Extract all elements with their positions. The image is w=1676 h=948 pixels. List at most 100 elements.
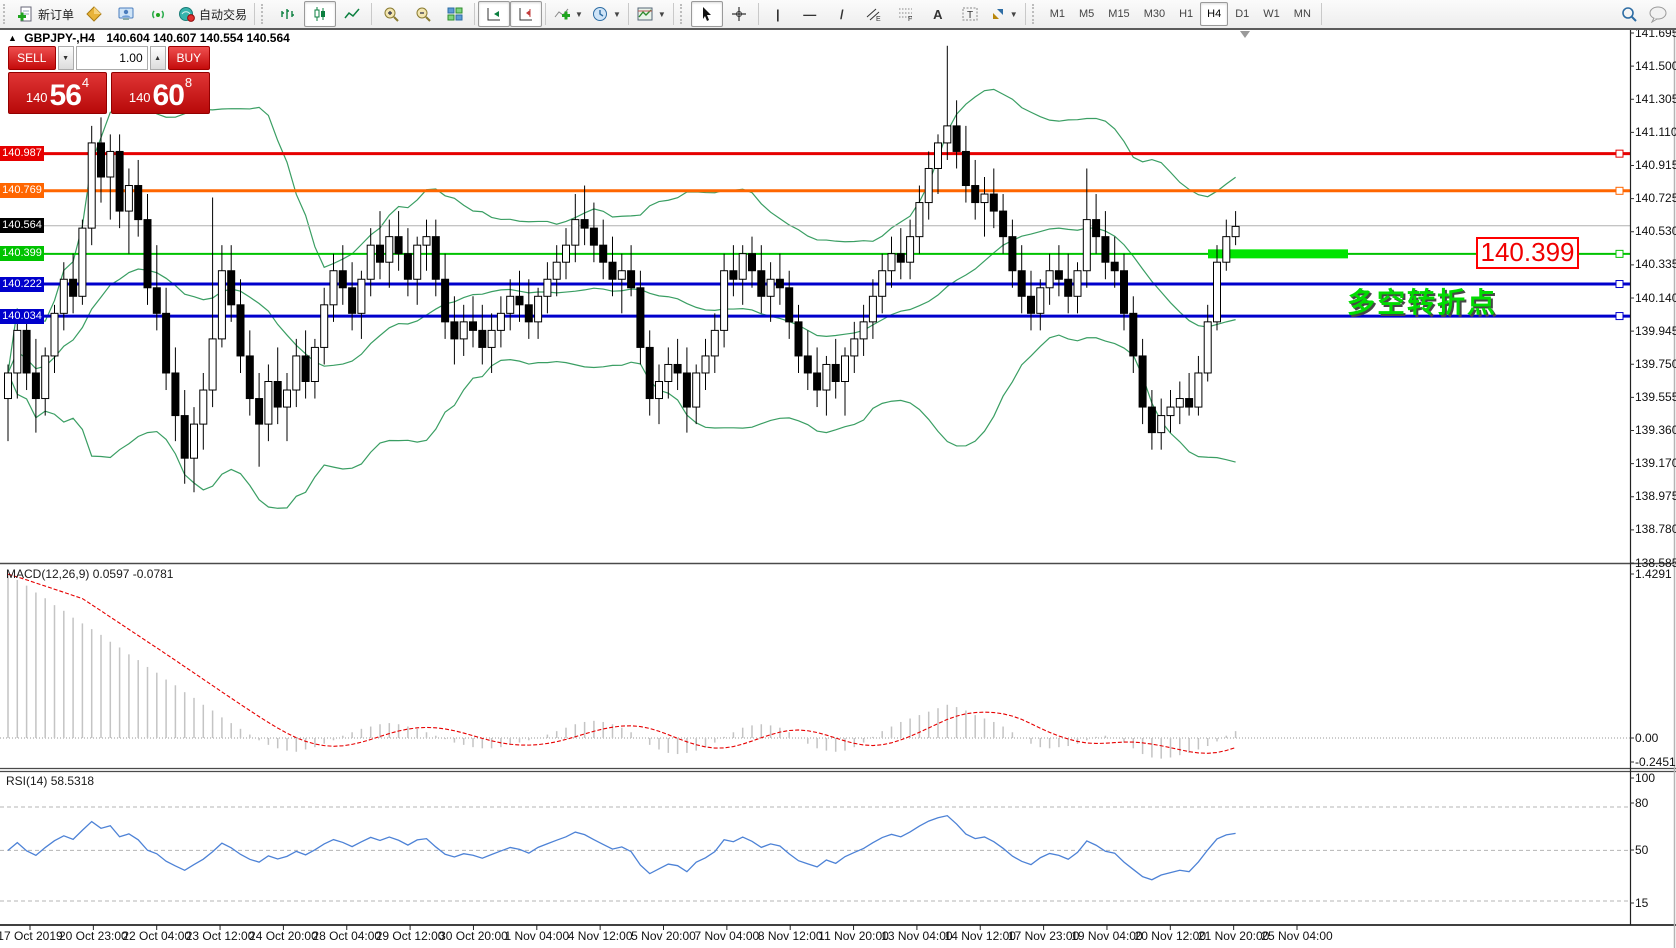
line-chart-icon (343, 5, 361, 23)
separator (628, 3, 629, 25)
metaeditor-icon (85, 5, 103, 23)
equidistant-channel-button[interactable]: E (858, 1, 890, 27)
macd-tick-label: 1.4291 (1635, 567, 1672, 581)
autotrading-button[interactable]: 自动交易 (174, 1, 251, 27)
price-tick-label: 140.335 (1635, 257, 1676, 271)
level-price-box[interactable]: 140.399 (1476, 237, 1579, 269)
ohlc-values: 140.604 140.607 140.554 140.564 (106, 31, 290, 45)
timeframe-button-w1[interactable]: W1 (1256, 2, 1287, 26)
volume-decrement-button[interactable]: ▼ (58, 46, 74, 70)
tile-windows-icon (446, 5, 464, 23)
one-click-buy-button[interactable]: 140 60 8 (111, 72, 210, 114)
time-axis-label: 5 Nov 20:00 (631, 929, 696, 943)
timeframe-group: M1M5M15M30H1H4D1W1MN (1043, 2, 1318, 26)
sell-button[interactable]: SELL (8, 46, 56, 70)
new-order-button[interactable]: 新订单 (14, 1, 78, 27)
price-tick-label: 138.780 (1635, 522, 1676, 536)
periods-button[interactable]: ▼ (587, 1, 625, 27)
crosshair-button[interactable] (723, 1, 755, 27)
arrows-button[interactable]: ▼ (986, 1, 1022, 27)
chart-shift-icon (517, 5, 535, 23)
price-tick-label: 139.170 (1635, 456, 1676, 470)
trendline-button[interactable]: / (826, 1, 858, 27)
time-axis-label: 25 Nov 04:00 (1261, 929, 1332, 943)
toolbar-grip (3, 4, 10, 24)
chart-canvas[interactable] (0, 0, 1676, 948)
templates-button[interactable]: ▼ (632, 1, 670, 27)
price-tick-label: 141.305 (1635, 92, 1676, 106)
buy-button[interactable]: BUY (168, 46, 210, 70)
periods-clock-icon (591, 5, 609, 23)
timeframe-button-m15[interactable]: M15 (1101, 2, 1136, 26)
chart-shift-button[interactable] (510, 1, 542, 27)
current-price-tag: 140.564 (0, 218, 44, 233)
fibonacci-button[interactable]: F (890, 1, 922, 27)
line-chart-button[interactable] (336, 1, 368, 27)
timeframe-button-m30[interactable]: M30 (1137, 2, 1172, 26)
time-axis-label: 17 Nov 23:00 (1008, 929, 1079, 943)
macd-tick-label: 0.00 (1635, 731, 1658, 745)
zoom-out-icon (414, 5, 432, 23)
horizontal-line-button[interactable]: — (794, 1, 826, 27)
search-icon[interactable] (1620, 5, 1638, 23)
volume-increment-button[interactable]: ▲ (150, 46, 166, 70)
separator (371, 3, 372, 25)
templates-icon (636, 5, 654, 23)
profiles-button[interactable] (110, 1, 142, 27)
time-axis-label: 24 Oct 20:00 (249, 929, 318, 943)
timeframe-button-m5[interactable]: M5 (1072, 2, 1101, 26)
time-axis-label: 22 Oct 04:00 (122, 929, 191, 943)
svg-text:E: E (876, 16, 881, 22)
autotrading-icon (178, 5, 196, 23)
zoom-in-icon (382, 5, 400, 23)
timeframe-button-h4[interactable]: H4 (1200, 2, 1228, 26)
price-line-tag: 140.987 (0, 146, 44, 161)
candlestick-chart-button[interactable] (304, 1, 336, 27)
time-axis-label: 29 Oct 12:00 (376, 929, 445, 943)
signals-button[interactable] (142, 1, 174, 27)
time-axis-label: 1 Nov 04:00 (504, 929, 569, 943)
toolbar-grip (1032, 4, 1039, 24)
indicators-button[interactable]: ▼ (549, 1, 587, 27)
one-click-sell-button[interactable]: 140 56 4 (8, 72, 107, 114)
timeframe-button-m1[interactable]: M1 (1043, 2, 1072, 26)
volume-input[interactable] (76, 46, 148, 70)
fibonacci-icon: F (897, 6, 915, 22)
time-axis-label: 14 Nov 12:00 (945, 929, 1016, 943)
price-tick-label: 139.360 (1635, 423, 1676, 437)
signals-icon (149, 5, 167, 23)
separator (673, 3, 674, 25)
main-toolbar: 新订单 自动交易 ▼ ▼ (0, 0, 1676, 30)
zoom-in-button[interactable] (375, 1, 407, 27)
channel-icon: E (865, 6, 883, 22)
sell-price-prefix: 140 (26, 85, 48, 111)
time-axis-label: 19 Nov 04:00 (1071, 929, 1142, 943)
text-label-button[interactable]: T (954, 1, 986, 27)
text-label-icon: T (961, 6, 979, 22)
rsi-name: RSI(14) (6, 774, 47, 788)
sell-price-pip: 4 (82, 76, 89, 89)
chat-icon[interactable] (1648, 5, 1668, 23)
vertical-line-button[interactable]: | (762, 1, 794, 27)
bar-chart-button[interactable] (272, 1, 304, 27)
price-tick-label: 139.750 (1635, 357, 1676, 371)
text-button[interactable]: A (922, 1, 954, 27)
cursor-button[interactable] (691, 1, 723, 27)
tile-windows-button[interactable] (439, 1, 471, 27)
timeframe-button-h1[interactable]: H1 (1172, 2, 1200, 26)
zoom-out-button[interactable] (407, 1, 439, 27)
turning-point-note[interactable]: 多空转折点 (1347, 281, 1497, 321)
price-tick-label: 140.725 (1635, 191, 1676, 205)
quote-line: ▲ GBPJPY-,H4 140.604 140.607 140.554 140… (8, 31, 290, 45)
timeframe-button-d1[interactable]: D1 (1228, 2, 1256, 26)
timeframe-button-mn[interactable]: MN (1287, 2, 1318, 26)
buy-price-prefix: 140 (129, 85, 151, 111)
one-click-toggle-icon[interactable]: ▲ (8, 33, 17, 43)
separator (758, 3, 759, 25)
rsi-tick-label: 50 (1635, 843, 1648, 857)
time-axis-label: 4 Nov 12:00 (568, 929, 633, 943)
auto-scroll-button[interactable] (478, 1, 510, 27)
metaeditor-button[interactable] (78, 1, 110, 27)
profiles-icon (117, 5, 135, 23)
dropdown-caret: ▼ (1010, 10, 1018, 19)
